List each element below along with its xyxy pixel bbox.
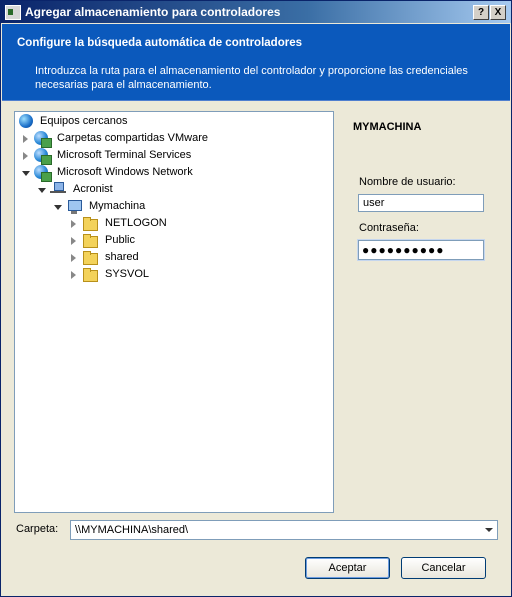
app-icon	[5, 5, 21, 20]
expand-arrow-icon[interactable]	[23, 135, 28, 143]
expand-arrow-icon[interactable]	[71, 220, 76, 228]
tree-item-label: Acronist	[73, 183, 113, 195]
network-globe-icon	[34, 131, 52, 148]
computer-icon	[66, 199, 82, 215]
expand-arrow-icon[interactable]	[71, 237, 76, 245]
shared-folder-icon	[82, 267, 98, 283]
header-description: Introduzca la ruta para el almacenamient…	[35, 65, 468, 91]
shared-folder-icon	[82, 233, 98, 249]
collapse-arrow-icon[interactable]	[22, 171, 30, 176]
username-field[interactable]: user	[358, 194, 484, 212]
tree-item-label: Public	[105, 234, 135, 246]
tree-item-label: Microsoft Windows Network	[57, 166, 193, 178]
expand-arrow-icon[interactable]	[23, 152, 28, 160]
expand-arrow-icon[interactable]	[71, 271, 76, 279]
network-globe-icon	[34, 165, 52, 182]
tree-item-label: Equipos cercanos	[40, 115, 128, 127]
password-mask: ●●●●●●●●●●	[362, 243, 445, 257]
ok-button[interactable]: Aceptar	[305, 557, 390, 579]
password-field[interactable]: ●●●●●●●●●●	[357, 239, 485, 261]
shared-folder-icon	[82, 250, 98, 266]
collapse-arrow-icon[interactable]	[38, 188, 46, 193]
folder-path-combobox[interactable]: \\MYMACHINA\shared\	[70, 520, 498, 540]
title-bar[interactable]: Agregar almacenamiento para controladore…	[1, 1, 511, 23]
folder-path-value: \\MYMACHINA\shared\	[75, 524, 189, 536]
tree-item-label: NETLOGON	[105, 217, 167, 229]
collapse-arrow-icon[interactable]	[54, 205, 62, 210]
expand-arrow-icon[interactable]	[71, 254, 76, 262]
header-title: Configure la búsqueda automática de cont…	[17, 37, 302, 49]
tree-item-label: SYSVOL	[105, 268, 150, 280]
cancel-button[interactable]: Cancelar	[401, 557, 486, 579]
tree-item-label: Carpetas compartidas VMware	[57, 132, 209, 144]
network-tree[interactable]: Equipos cercanos Carpetas compartidas VM…	[14, 111, 334, 513]
dialog-header: Configure la búsqueda automática de cont…	[2, 24, 510, 101]
tree-item-label: Microsoft Terminal Services	[57, 149, 192, 161]
username-label: Nombre de usuario:	[359, 176, 456, 188]
shared-folder-icon	[82, 216, 98, 232]
help-button[interactable]: ?	[473, 5, 489, 20]
folder-path-label: Carpeta:	[16, 523, 59, 535]
username-value: user	[363, 197, 385, 209]
close-button[interactable]: X	[490, 5, 506, 20]
tree-item-label: Mymachina	[89, 200, 146, 212]
password-label: Contraseña:	[359, 222, 419, 234]
workgroup-icon	[50, 182, 66, 198]
window-title: Agregar almacenamiento para controladore…	[25, 5, 281, 19]
network-globe-icon	[34, 148, 52, 165]
globe-icon	[19, 114, 33, 128]
dialog-window: Agregar almacenamiento para controladore…	[0, 0, 512, 597]
tree-item-label: shared	[105, 251, 139, 263]
machine-name: MYMACHINA	[353, 121, 422, 133]
dropdown-arrow-icon[interactable]	[481, 521, 497, 539]
